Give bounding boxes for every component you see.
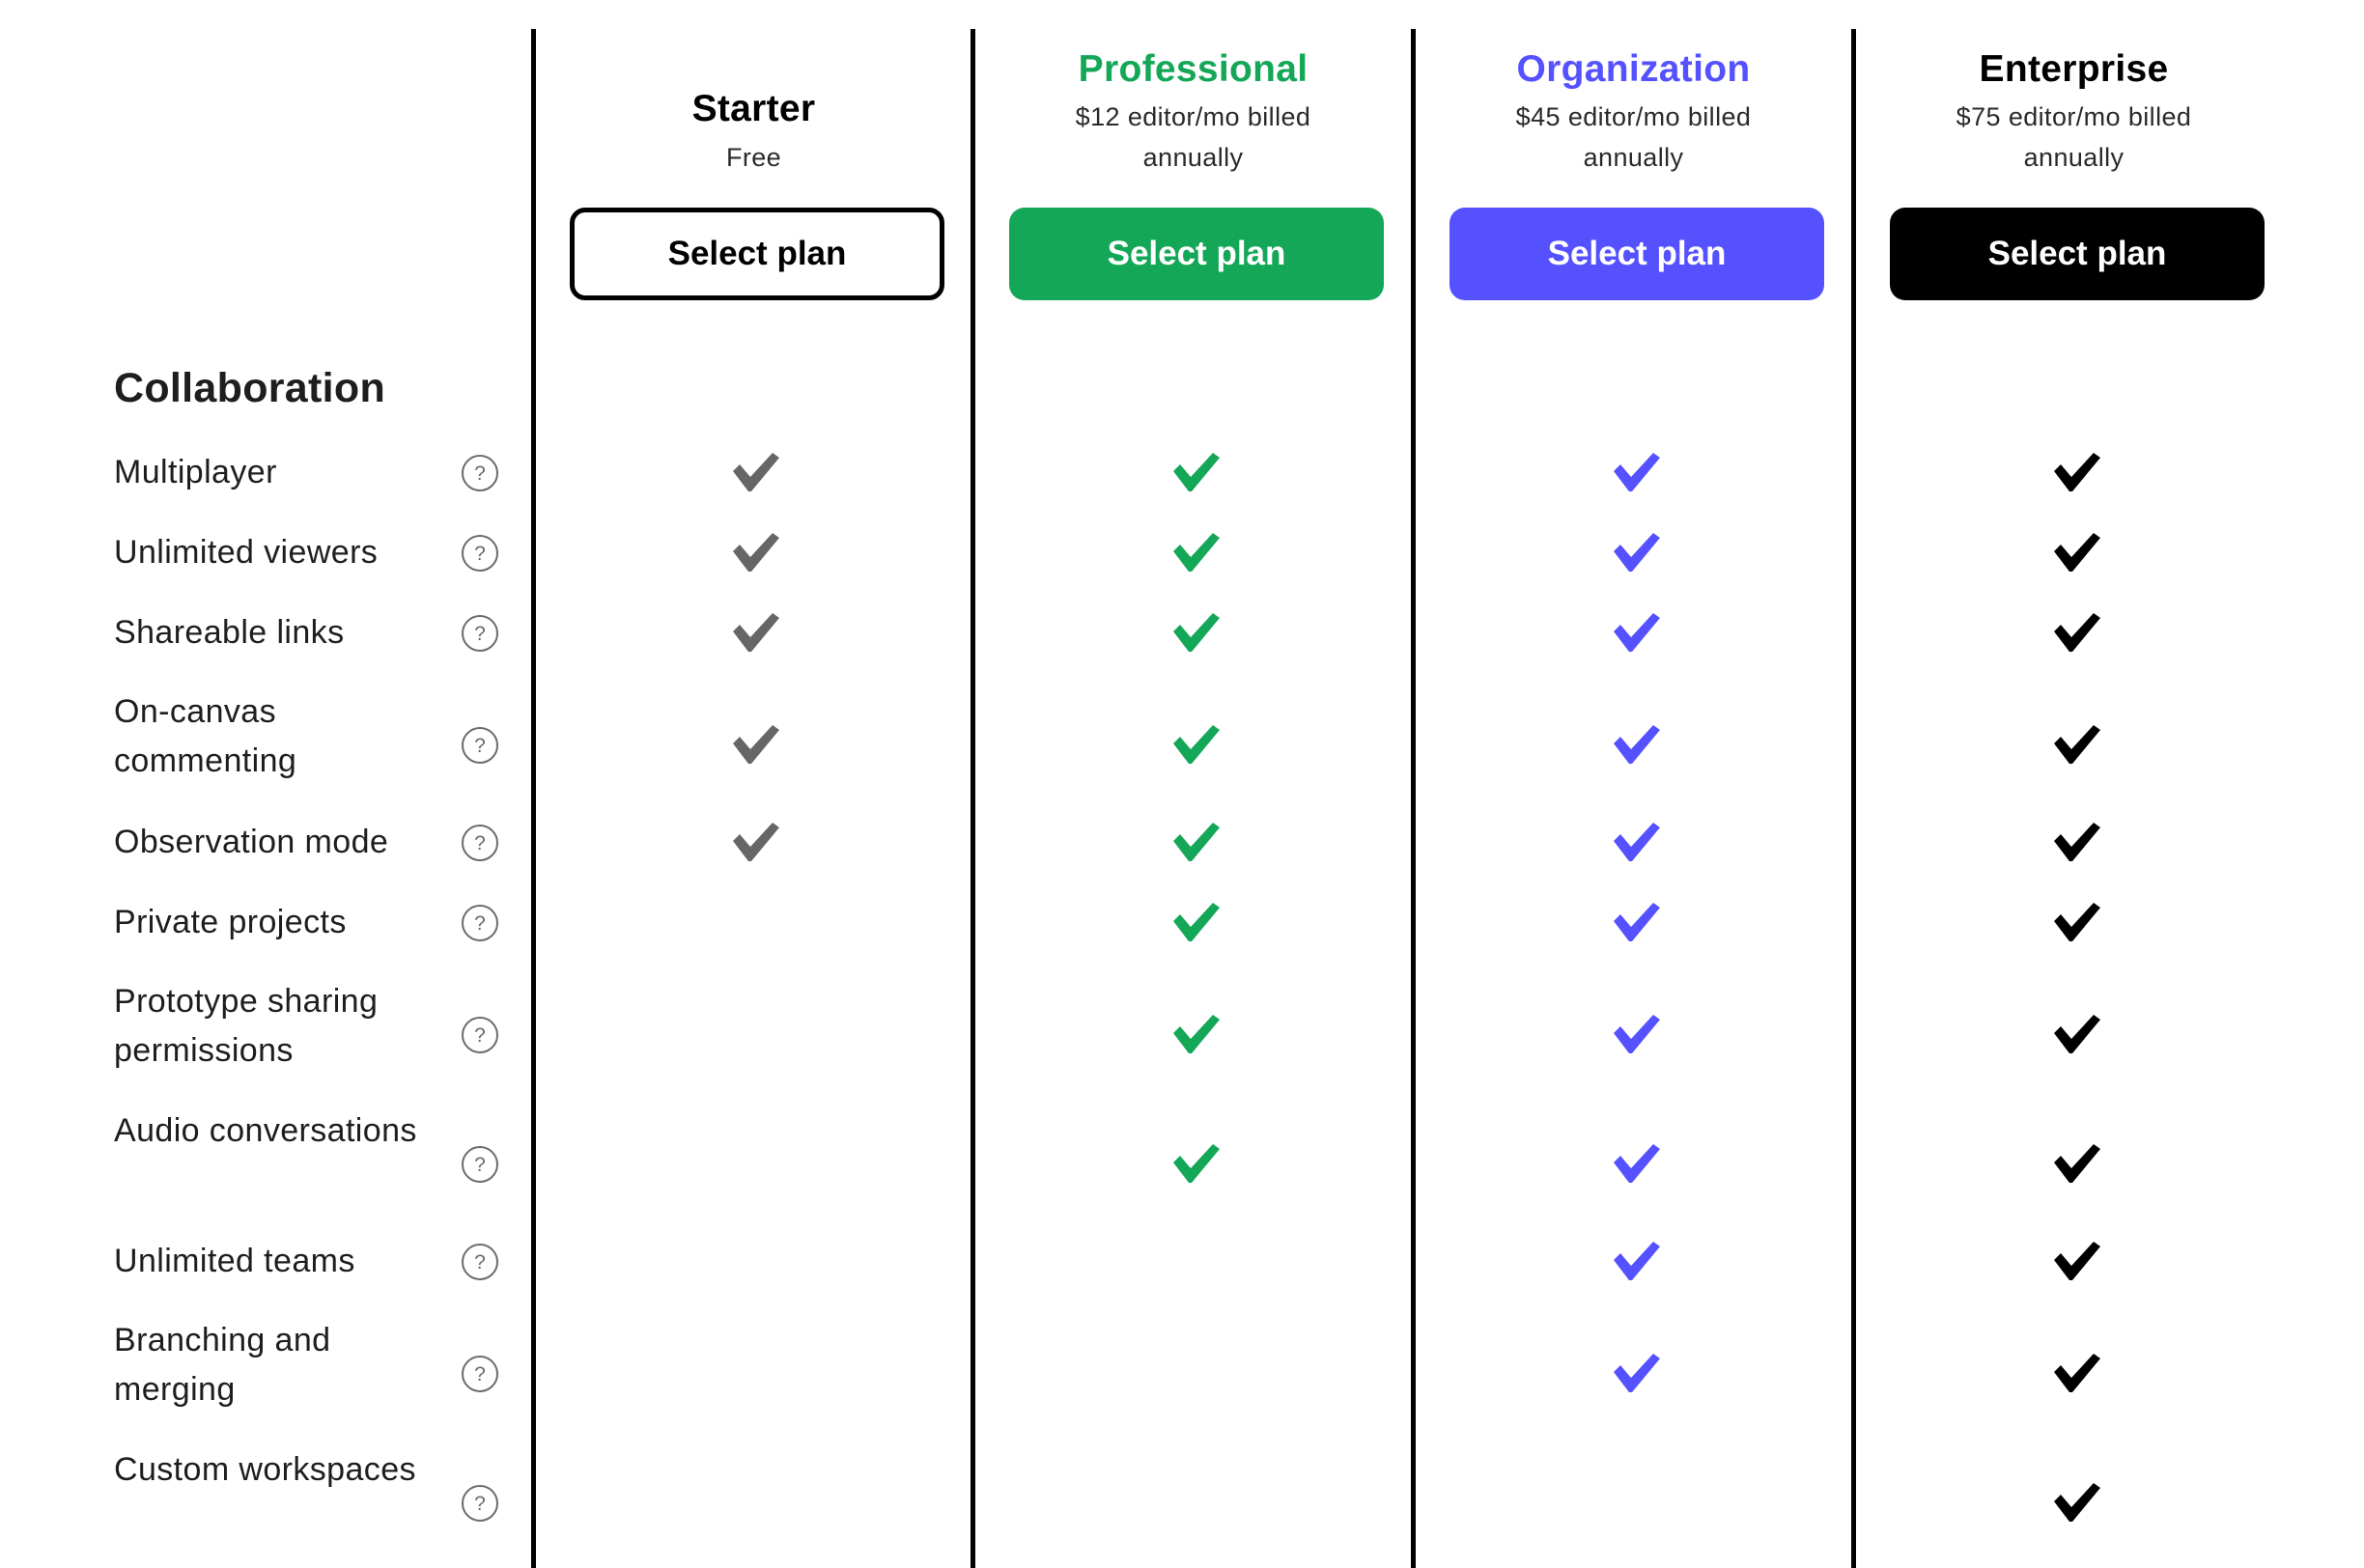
checkmark-icon (2054, 725, 2100, 764)
checkmark-icon (1173, 453, 1220, 491)
checkmark-icon (1173, 725, 1220, 764)
checkmark-icon (1173, 613, 1220, 652)
checkmark-icon (1614, 1242, 1660, 1280)
select-plan-button-starter[interactable]: Select plan (570, 208, 944, 300)
checkmark-icon (1614, 903, 1660, 941)
checkmark-icon (2054, 1242, 2100, 1280)
help-circle-icon[interactable]: ? (461, 1355, 499, 1393)
svg-text:?: ? (474, 1154, 486, 1176)
checkmark-icon (1614, 453, 1660, 491)
checkmark-icon (733, 533, 779, 572)
svg-text:?: ? (474, 1363, 486, 1386)
checkmark-icon (1614, 533, 1660, 572)
checkmark-icon (733, 453, 779, 491)
checkmark-icon (2054, 1015, 2100, 1053)
select-plan-button-organization[interactable]: Select plan (1449, 208, 1824, 300)
svg-text:?: ? (474, 1493, 486, 1515)
help-circle-icon[interactable]: ? (461, 904, 499, 942)
checkmark-icon (733, 613, 779, 652)
help-circle-icon[interactable]: ? (461, 454, 499, 492)
feature-label: Custom workspaces (114, 1451, 416, 1488)
plan-billing: annually (2023, 143, 2125, 172)
feature-label: Unlimited viewers (114, 534, 379, 571)
checkmark-icon (1614, 823, 1660, 861)
plan-price: $75 editor/mo billed (1956, 102, 2192, 131)
checkmark-icon (1614, 725, 1660, 764)
plan-billing: annually (1583, 143, 1684, 172)
select-plan-button-professional[interactable]: Select plan (1009, 208, 1384, 300)
feature-label: Branching and merging (114, 1322, 331, 1408)
plan-column-starter: Starter Free Select plan (536, 0, 971, 319)
feature-label: Multiplayer (114, 454, 277, 490)
svg-text:?: ? (474, 623, 486, 645)
svg-text:?: ? (474, 1251, 486, 1274)
checkmark-icon (2054, 903, 2100, 941)
help-circle-icon[interactable]: ? (461, 1145, 499, 1184)
checkmark-icon (2054, 533, 2100, 572)
plan-name: Professional (1078, 48, 1309, 90)
feature-label: On-canvas commenting (114, 693, 297, 779)
plan-name: Enterprise (1979, 48, 2169, 90)
help-circle-icon[interactable]: ? (461, 726, 499, 765)
help-circle-icon[interactable]: ? (461, 1243, 499, 1281)
feature-label: Prototype sharing permissions (114, 983, 379, 1069)
checkmark-icon (1614, 1015, 1660, 1053)
feature-label: Shareable links (114, 614, 345, 651)
help-circle-icon[interactable]: ? (461, 1484, 499, 1523)
plan-price: Free (725, 143, 782, 172)
section-title: Collaboration (114, 365, 386, 411)
checkmark-icon (1614, 613, 1660, 652)
plan-billing: annually (1142, 143, 1244, 172)
plan-column-professional: Professional $12 editor/mo billed annual… (975, 0, 1411, 319)
plan-name: Organization (1516, 48, 1751, 90)
help-circle-icon[interactable]: ? (461, 824, 499, 862)
checkmark-icon (2054, 1483, 2100, 1522)
checkmark-icon (2054, 823, 2100, 861)
checkmark-icon (1614, 1354, 1660, 1392)
svg-text:?: ? (474, 1024, 486, 1047)
plan-column-organization: Organization $45 editor/mo billed annual… (1416, 0, 1851, 319)
checkmark-icon (1173, 533, 1220, 572)
svg-text:?: ? (474, 832, 486, 854)
checkmark-icon (1173, 903, 1220, 941)
svg-text:?: ? (474, 543, 486, 565)
checkmark-icon (733, 725, 779, 764)
plan-price: $45 editor/mo billed (1515, 102, 1752, 131)
checkmark-icon (2054, 1354, 2100, 1392)
checkmark-icon (2054, 453, 2100, 491)
help-circle-icon[interactable]: ? (461, 1016, 499, 1054)
checkmark-icon (1173, 1015, 1220, 1053)
feature-label: Unlimited teams (114, 1243, 355, 1279)
plan-price: $12 editor/mo billed (1075, 102, 1311, 131)
feature-label: Private projects (114, 904, 347, 940)
svg-text:?: ? (474, 462, 486, 485)
help-circle-icon[interactable]: ? (461, 534, 499, 573)
checkmark-icon (1614, 1144, 1660, 1183)
checkmark-icon (733, 823, 779, 861)
svg-text:?: ? (474, 735, 486, 757)
checkmark-icon (1173, 823, 1220, 861)
select-plan-button-enterprise[interactable]: Select plan (1890, 208, 2265, 300)
svg-text:?: ? (474, 912, 486, 935)
plan-column-enterprise: Enterprise $75 editor/mo billed annually… (1856, 0, 2292, 319)
checkmark-icon (1173, 1144, 1220, 1183)
help-circle-icon[interactable]: ? (461, 614, 499, 653)
checkmark-icon (2054, 613, 2100, 652)
checkmark-icon (2054, 1144, 2100, 1183)
plan-name: Starter (691, 88, 816, 129)
feature-label: Observation mode (114, 824, 389, 860)
feature-label: Audio conversations (114, 1112, 417, 1149)
